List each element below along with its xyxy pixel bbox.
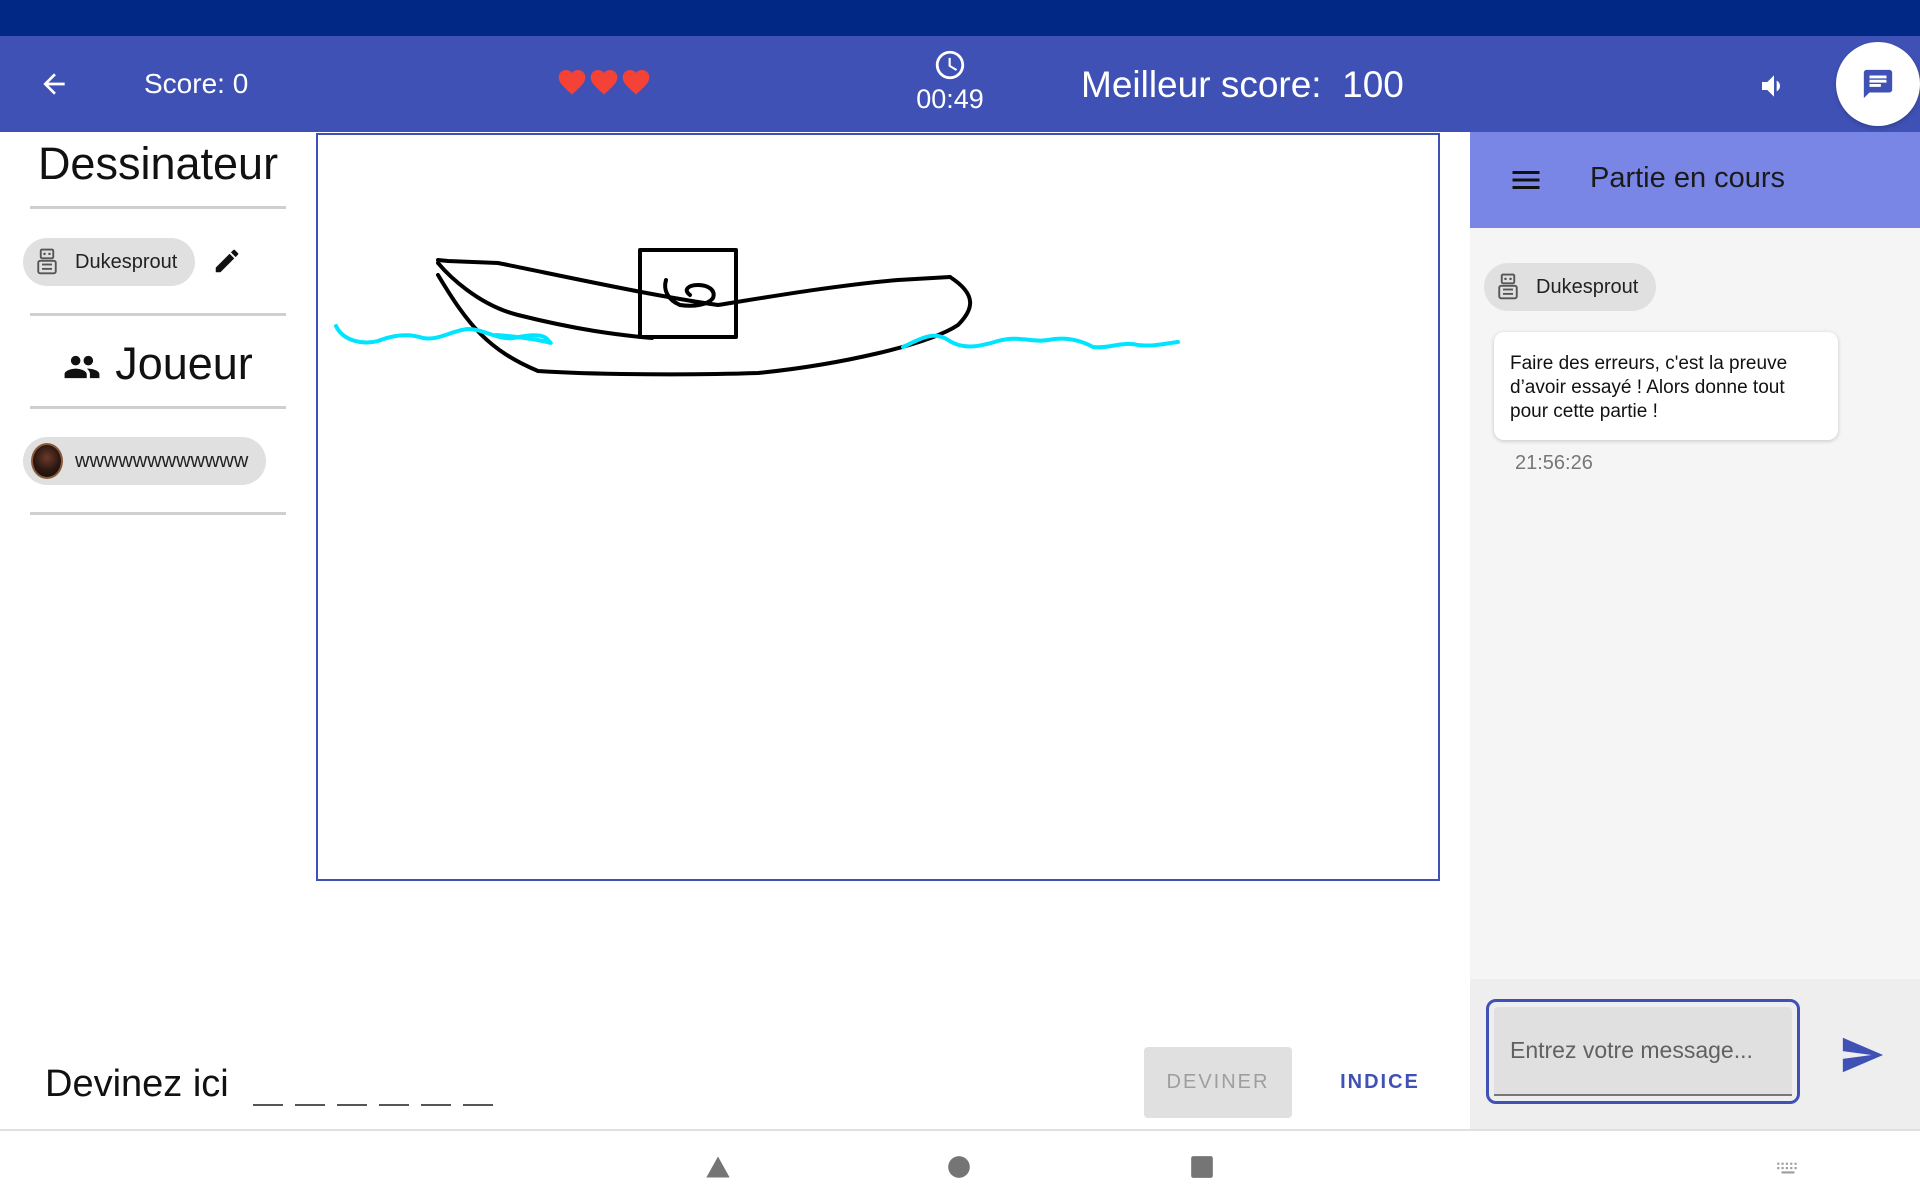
drawer-name: Dukesprout bbox=[75, 250, 178, 273]
best-score-label: Meilleur score: 100 bbox=[1081, 64, 1404, 105]
message-input[interactable] bbox=[1494, 1007, 1792, 1096]
player-avatar bbox=[31, 443, 63, 479]
heart-icon bbox=[622, 70, 650, 95]
chat-toggle-button[interactable] bbox=[1836, 42, 1920, 126]
chat-panel: Partie en cours Dukesprout Faire des err… bbox=[1470, 132, 1920, 1129]
drawer-section-title: Dessinateur bbox=[37, 138, 279, 189]
letter-slot bbox=[379, 1068, 409, 1106]
hull-bottom-line bbox=[436, 273, 973, 377]
clock-icon bbox=[935, 50, 965, 80]
chat-title: Partie en cours bbox=[1590, 162, 1786, 194]
water-left bbox=[334, 324, 553, 345]
circle-home-icon bbox=[948, 1156, 970, 1178]
players-section-title: Joueur bbox=[30, 338, 286, 390]
nav-back-button[interactable] bbox=[696, 1145, 740, 1189]
pencil-icon bbox=[215, 249, 239, 273]
water-right bbox=[901, 333, 1180, 350]
system-nav-bar bbox=[0, 1129, 1920, 1200]
triangle-back-icon bbox=[706, 1156, 730, 1178]
volume-button[interactable] bbox=[1750, 62, 1798, 110]
message-input-wrapper bbox=[1486, 999, 1800, 1104]
send-icon bbox=[1842, 1037, 1884, 1073]
chat-message: Faire des erreurs, c'est la preuve d’avo… bbox=[1494, 332, 1838, 440]
nav-home-button[interactable] bbox=[937, 1145, 981, 1189]
chat-header: Partie en cours bbox=[1470, 132, 1920, 228]
guess-word-slots[interactable] bbox=[253, 1068, 493, 1106]
message-timestamp: 21:56:26 bbox=[1515, 452, 1593, 474]
heart-icon bbox=[590, 70, 618, 95]
lives-indicator bbox=[556, 66, 652, 98]
guess-button[interactable]: DEVINER bbox=[1144, 1047, 1292, 1118]
divider bbox=[30, 406, 286, 409]
player-chip: wwwwwwwwwwww bbox=[23, 437, 267, 485]
divider bbox=[30, 512, 286, 515]
letter-slot bbox=[421, 1068, 451, 1106]
letter-slot bbox=[253, 1068, 283, 1106]
letter-slot bbox=[295, 1068, 325, 1106]
hint-button[interactable]: INDICE bbox=[1320, 1047, 1440, 1118]
score-label: Score: 0 bbox=[144, 68, 249, 99]
arrow-back-icon bbox=[43, 73, 65, 95]
drawing-sketch bbox=[334, 248, 1180, 377]
timer-text: 00:49 bbox=[916, 84, 984, 114]
menu-button[interactable] bbox=[1506, 160, 1546, 200]
robot-icon bbox=[31, 246, 63, 278]
player-name: wwwwwwwwwwww bbox=[75, 449, 249, 472]
timer: 00:49 bbox=[900, 48, 1000, 115]
nav-keyboard-button[interactable] bbox=[1766, 1145, 1810, 1189]
divider bbox=[30, 206, 286, 209]
drawing-canvas[interactable] bbox=[316, 133, 1440, 881]
players-panel: Dessinateur Dukesprout Joueur wwwwwwwwww… bbox=[0, 132, 312, 1042]
send-button[interactable] bbox=[1836, 1029, 1888, 1081]
players-title-text: Joueur bbox=[115, 338, 253, 389]
app-bar: Score: 0 00:49 Meilleur score: 100 bbox=[0, 36, 1920, 132]
chat-sender-name: Dukesprout bbox=[1536, 275, 1639, 298]
deck-line bbox=[436, 258, 952, 307]
letter-slot bbox=[337, 1068, 367, 1106]
keyboard-icon bbox=[1777, 1162, 1797, 1174]
divider bbox=[30, 313, 286, 316]
robot-icon bbox=[1492, 271, 1524, 303]
chat-input-area bbox=[1470, 979, 1920, 1129]
letter-slot bbox=[463, 1068, 493, 1106]
chat-icon bbox=[1863, 69, 1893, 99]
heart-icon bbox=[558, 70, 586, 95]
nav-recents-button[interactable] bbox=[1180, 1145, 1224, 1189]
status-bar bbox=[0, 0, 1920, 36]
volume-icon bbox=[1762, 75, 1780, 97]
menu-icon bbox=[1512, 171, 1540, 189]
drawer-chip: Dukesprout bbox=[23, 238, 196, 286]
group-icon bbox=[64, 356, 100, 379]
back-button[interactable] bbox=[30, 60, 78, 108]
chat-sender-chip: Dukesprout bbox=[1484, 263, 1657, 311]
square-recents-icon bbox=[1191, 1156, 1213, 1178]
guess-label: Devinez ici bbox=[45, 1063, 229, 1105]
